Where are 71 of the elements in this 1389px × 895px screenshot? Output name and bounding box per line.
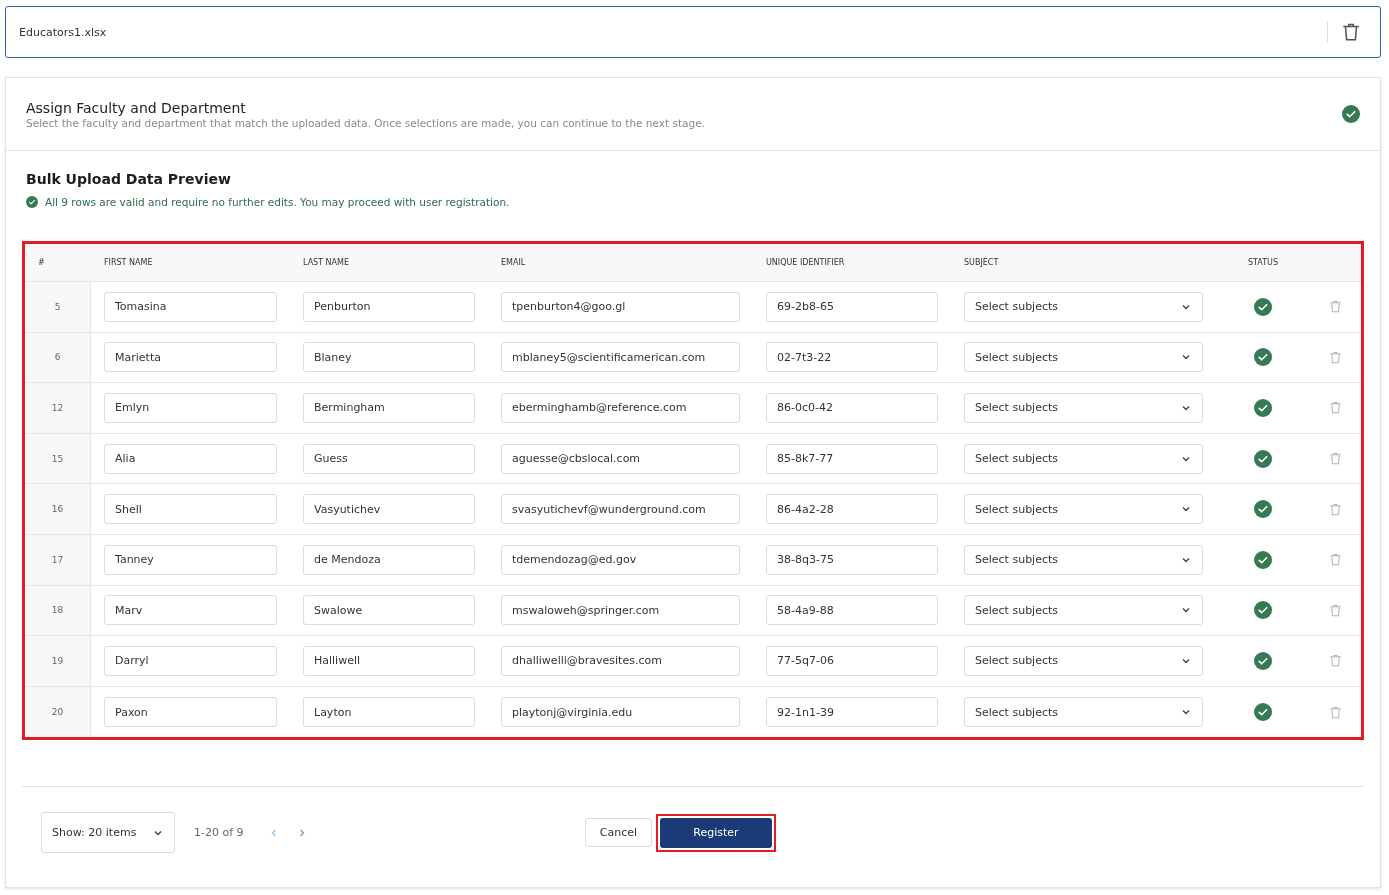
email-field[interactable]: aguesse@cbslocal.com: [501, 443, 740, 474]
identifier-field[interactable]: 77-5q7-06: [766, 645, 938, 676]
row-number: 16: [25, 484, 91, 534]
email-field[interactable]: dhalliwelli@bravesites.com: [501, 645, 740, 676]
last-name-field[interactable]: Vasyutichev: [303, 494, 475, 525]
identifier-field[interactable]: 92-1n1-39: [766, 697, 938, 728]
identifier-field[interactable]: 58-4a9-88: [766, 595, 938, 626]
first-name-field[interactable]: Alia: [104, 443, 277, 474]
email-field[interactable]: tdemendozag@ed.gov: [501, 544, 740, 575]
column-header: UNIQUE IDENTIFIER: [765, 258, 846, 267]
identifier-field[interactable]: 69-2b8-65: [766, 291, 938, 322]
last-name-field[interactable]: Penburton: [303, 291, 475, 322]
last-name-field[interactable]: de Mendoza: [303, 544, 475, 575]
email-field[interactable]: svasyutichevf@wunderground.com: [501, 494, 740, 525]
email-field[interactable]: eberminghamb@reference.com: [501, 393, 740, 423]
cancel-button[interactable]: Cancel: [584, 818, 652, 848]
identifier-field[interactable]: 85-8k7-77: [766, 443, 938, 474]
row-number: 19: [25, 636, 91, 686]
column-header: #: [37, 258, 46, 267]
page-size-dropdown[interactable]: Show: 20 items: [41, 812, 175, 854]
validation-message: All 9 rows are valid and require no further edits. You may proceed with user registration.: [45, 196, 510, 208]
row-number: 17: [25, 534, 91, 585]
subject-dropdown[interactable]: Select subjects: [964, 393, 1203, 423]
subject-dropdown[interactable]: Select subjects: [964, 342, 1203, 373]
first-name-field[interactable]: Paxon: [104, 697, 277, 728]
subject-dropdown[interactable]: Select subjects: [964, 291, 1203, 322]
subject-dropdown[interactable]: Select subjects: [964, 595, 1203, 626]
row-number: 18: [25, 585, 91, 636]
email-field[interactable]: tpenburton4@goo.gl: [501, 291, 740, 322]
first-name-field[interactable]: Emlyn: [104, 393, 277, 423]
subject-dropdown[interactable]: Select subjects: [964, 544, 1203, 575]
email-field[interactable]: mblaney5@scientificamerican.com: [501, 342, 740, 373]
section-title: Assign Faculty and Department: [26, 99, 247, 116]
last-name-field[interactable]: Layton: [303, 697, 475, 728]
first-name-field[interactable]: Darryl: [104, 645, 277, 676]
row-number: 20: [25, 686, 91, 738]
column-header: FIRST NAME: [103, 258, 154, 267]
subject-dropdown[interactable]: Select subjects: [964, 494, 1203, 525]
column-header: STATUS: [1247, 258, 1279, 267]
email-field[interactable]: playtonj@virginia.edu: [501, 697, 740, 728]
identifier-field[interactable]: 86-0c0-42: [766, 393, 938, 423]
column-header: LAST NAME: [302, 258, 351, 267]
subject-dropdown[interactable]: Select subjects: [964, 645, 1203, 676]
register-button[interactable]: Register: [660, 817, 772, 848]
identifier-field[interactable]: 38-8q3-75: [766, 544, 938, 575]
page-range: 1-20 of 9: [194, 826, 244, 840]
row-number: 12: [25, 383, 91, 433]
last-name-field[interactable]: Swalowe: [303, 595, 475, 626]
row-number: 6: [25, 332, 91, 383]
last-name-field[interactable]: Bermingham: [303, 393, 475, 423]
file-name: Educators1.xlsx: [19, 25, 108, 39]
last-name-field[interactable]: Halliwell: [303, 645, 475, 676]
last-name-field[interactable]: Blaney: [303, 342, 475, 373]
identifier-field[interactable]: 02-7t3-22: [766, 342, 938, 373]
preview-title: Bulk Upload Data Preview: [26, 171, 232, 187]
last-name-field[interactable]: Guess: [303, 443, 475, 474]
row-number: 5: [25, 282, 91, 332]
subject-dropdown[interactable]: Select subjects: [964, 697, 1203, 728]
first-name-field[interactable]: Tanney: [104, 544, 277, 575]
column-header: SUBJECT: [963, 258, 1000, 267]
section-description: Select the faculty and department that match the uploaded data. Once selections are made, you can continue to the next stage.: [26, 116, 706, 129]
first-name-field[interactable]: Shell: [104, 494, 277, 525]
first-name-field[interactable]: Marietta: [104, 342, 277, 373]
identifier-field[interactable]: 86-4a2-28: [766, 494, 938, 525]
column-header: EMAIL: [500, 258, 527, 267]
email-field[interactable]: mswaloweh@springer.com: [501, 595, 740, 626]
trash-icon[interactable]: [1340, 21, 1362, 43]
first-name-field[interactable]: Tomasina: [104, 291, 277, 322]
first-name-field[interactable]: Marv: [104, 595, 277, 626]
row-number: 15: [25, 433, 91, 484]
subject-dropdown[interactable]: Select subjects: [964, 443, 1203, 474]
